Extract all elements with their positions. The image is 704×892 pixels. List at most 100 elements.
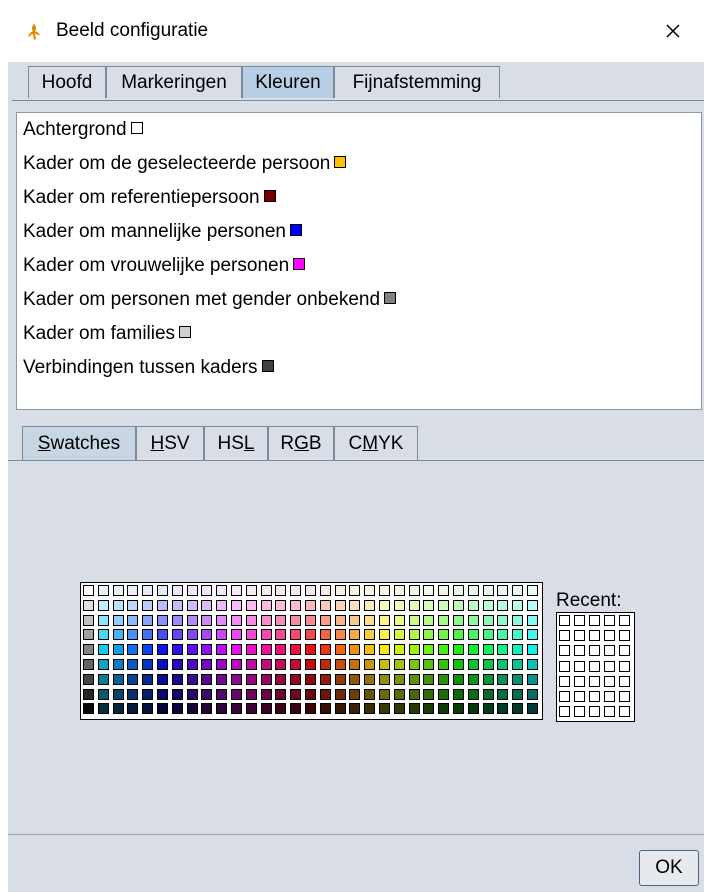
swatch-cell[interactable] <box>201 599 213 611</box>
swatch-cell[interactable] <box>97 599 109 611</box>
swatch-cell[interactable] <box>260 644 272 656</box>
swatch-cell[interactable] <box>142 614 154 626</box>
recent-swatch-cell[interactable] <box>589 691 600 702</box>
swatch-cell[interactable] <box>186 629 198 641</box>
swatch-cell[interactable] <box>142 688 154 700</box>
swatch-cell[interactable] <box>305 703 316 715</box>
swatch-cell[interactable] <box>260 614 272 626</box>
tab-rgb[interactable]: RGB <box>268 426 334 460</box>
swatch-cell[interactable] <box>171 644 183 656</box>
swatch-cell[interactable] <box>142 599 154 611</box>
recent-swatch-cell[interactable] <box>589 630 600 642</box>
swatch-cell[interactable] <box>379 614 390 626</box>
swatch-cell[interactable] <box>231 614 242 626</box>
swatch-cell[interactable] <box>319 614 331 626</box>
recent-swatches[interactable] <box>556 612 635 722</box>
swatch-cell[interactable] <box>393 614 405 626</box>
swatch-cell[interactable] <box>408 659 420 670</box>
swatch-cell[interactable] <box>275 688 287 700</box>
swatch-cell[interactable] <box>245 673 257 685</box>
swatch-cell[interactable] <box>171 703 183 715</box>
swatch-cell[interactable] <box>201 629 213 641</box>
recent-swatch-cell[interactable] <box>619 615 630 626</box>
swatch-cell[interactable] <box>216 629 228 641</box>
swatch-cell[interactable] <box>527 599 538 611</box>
swatch-cell[interactable] <box>527 688 538 700</box>
swatch-cell[interactable] <box>112 673 124 685</box>
swatch-cell[interactable] <box>290 673 302 685</box>
swatch-cell[interactable] <box>97 659 109 670</box>
swatch-cell[interactable] <box>408 629 420 641</box>
swatch-cell[interactable] <box>305 585 316 596</box>
swatch-cell[interactable] <box>157 585 168 596</box>
swatch-cell[interactable] <box>482 688 494 700</box>
color-list-item[interactable]: Verbindingen tussen kaders <box>23 357 274 379</box>
recent-swatch-cell[interactable] <box>619 645 630 657</box>
swatch-cell[interactable] <box>186 644 198 656</box>
swatch-cell[interactable] <box>379 688 390 700</box>
swatch-cell[interactable] <box>408 688 420 700</box>
swatch-cell[interactable] <box>245 659 257 670</box>
recent-swatch-cell[interactable] <box>619 706 630 718</box>
swatch-cell[interactable] <box>305 688 316 700</box>
swatch-cell[interactable] <box>334 673 346 685</box>
tab-cmyk[interactable]: CMYK <box>334 426 418 460</box>
swatch-cell[interactable] <box>201 688 213 700</box>
swatch-cell[interactable] <box>157 629 168 641</box>
swatch-cell[interactable] <box>438 703 450 715</box>
swatch-cell[interactable] <box>349 644 361 656</box>
swatch-cell[interactable] <box>393 585 405 596</box>
swatch-cell[interactable] <box>290 585 302 596</box>
recent-swatch-cell[interactable] <box>559 660 570 672</box>
swatch-cell[interactable] <box>349 659 361 670</box>
swatch-cell[interactable] <box>467 614 479 626</box>
recent-swatch-cell[interactable] <box>574 691 585 702</box>
tab-fijnafstemming[interactable]: Fijnafstemming <box>334 66 500 98</box>
tab-hsl[interactable]: HSL <box>204 426 268 460</box>
swatch-cell[interactable] <box>364 629 376 641</box>
swatch-cell[interactable] <box>482 629 494 641</box>
swatch-cell[interactable] <box>408 614 420 626</box>
recent-swatch-cell[interactable] <box>589 615 600 626</box>
swatch-cell[interactable] <box>482 585 494 596</box>
swatch-cell[interactable] <box>275 585 287 596</box>
swatch-cell[interactable] <box>97 585 109 596</box>
swatch-cell[interactable] <box>142 585 154 596</box>
swatch-cell[interactable] <box>334 585 346 596</box>
recent-swatch-cell[interactable] <box>604 660 615 672</box>
swatch-cell[interactable] <box>275 703 287 715</box>
swatch-cell[interactable] <box>112 703 124 715</box>
swatch-cell[interactable] <box>497 673 509 685</box>
swatch-cell[interactable] <box>171 688 183 700</box>
swatch-cell[interactable] <box>364 614 376 626</box>
swatch-cell[interactable] <box>97 688 109 700</box>
tab-hsv[interactable]: HSV <box>136 426 204 460</box>
swatch-cell[interactable] <box>216 659 228 670</box>
swatch-cell[interactable] <box>379 703 390 715</box>
swatch-cell[interactable] <box>201 585 213 596</box>
recent-swatch-cell[interactable] <box>589 645 600 657</box>
swatch-cell[interactable] <box>201 644 213 656</box>
swatch-cell[interactable] <box>186 659 198 670</box>
swatch-cell[interactable] <box>290 688 302 700</box>
swatch-cell[interactable] <box>423 688 435 700</box>
swatch-cell[interactable] <box>305 629 316 641</box>
swatch-cell[interactable] <box>171 585 183 596</box>
swatch-cell[interactable] <box>245 585 257 596</box>
swatch-cell[interactable] <box>453 599 464 611</box>
swatch-cell[interactable] <box>305 614 316 626</box>
swatch-cell[interactable] <box>260 703 272 715</box>
swatch-cell[interactable] <box>482 673 494 685</box>
color-list[interactable]: Achtergrond Kader om de geselecteerde per… <box>16 112 702 410</box>
recent-swatch-cell[interactable] <box>574 706 585 718</box>
color-list-item[interactable]: Kader om vrouwelijke personen <box>23 255 306 277</box>
swatch-cell[interactable] <box>157 644 168 656</box>
swatch-cell[interactable] <box>364 659 376 670</box>
swatch-cell[interactable] <box>245 644 257 656</box>
recent-swatch-cell[interactable] <box>619 691 630 702</box>
swatch-cell[interactable] <box>231 673 242 685</box>
swatch-cell[interactable] <box>216 644 228 656</box>
swatch-cell[interactable] <box>512 599 524 611</box>
swatch-cell[interactable] <box>290 629 302 641</box>
swatch-cell[interactable] <box>319 629 331 641</box>
